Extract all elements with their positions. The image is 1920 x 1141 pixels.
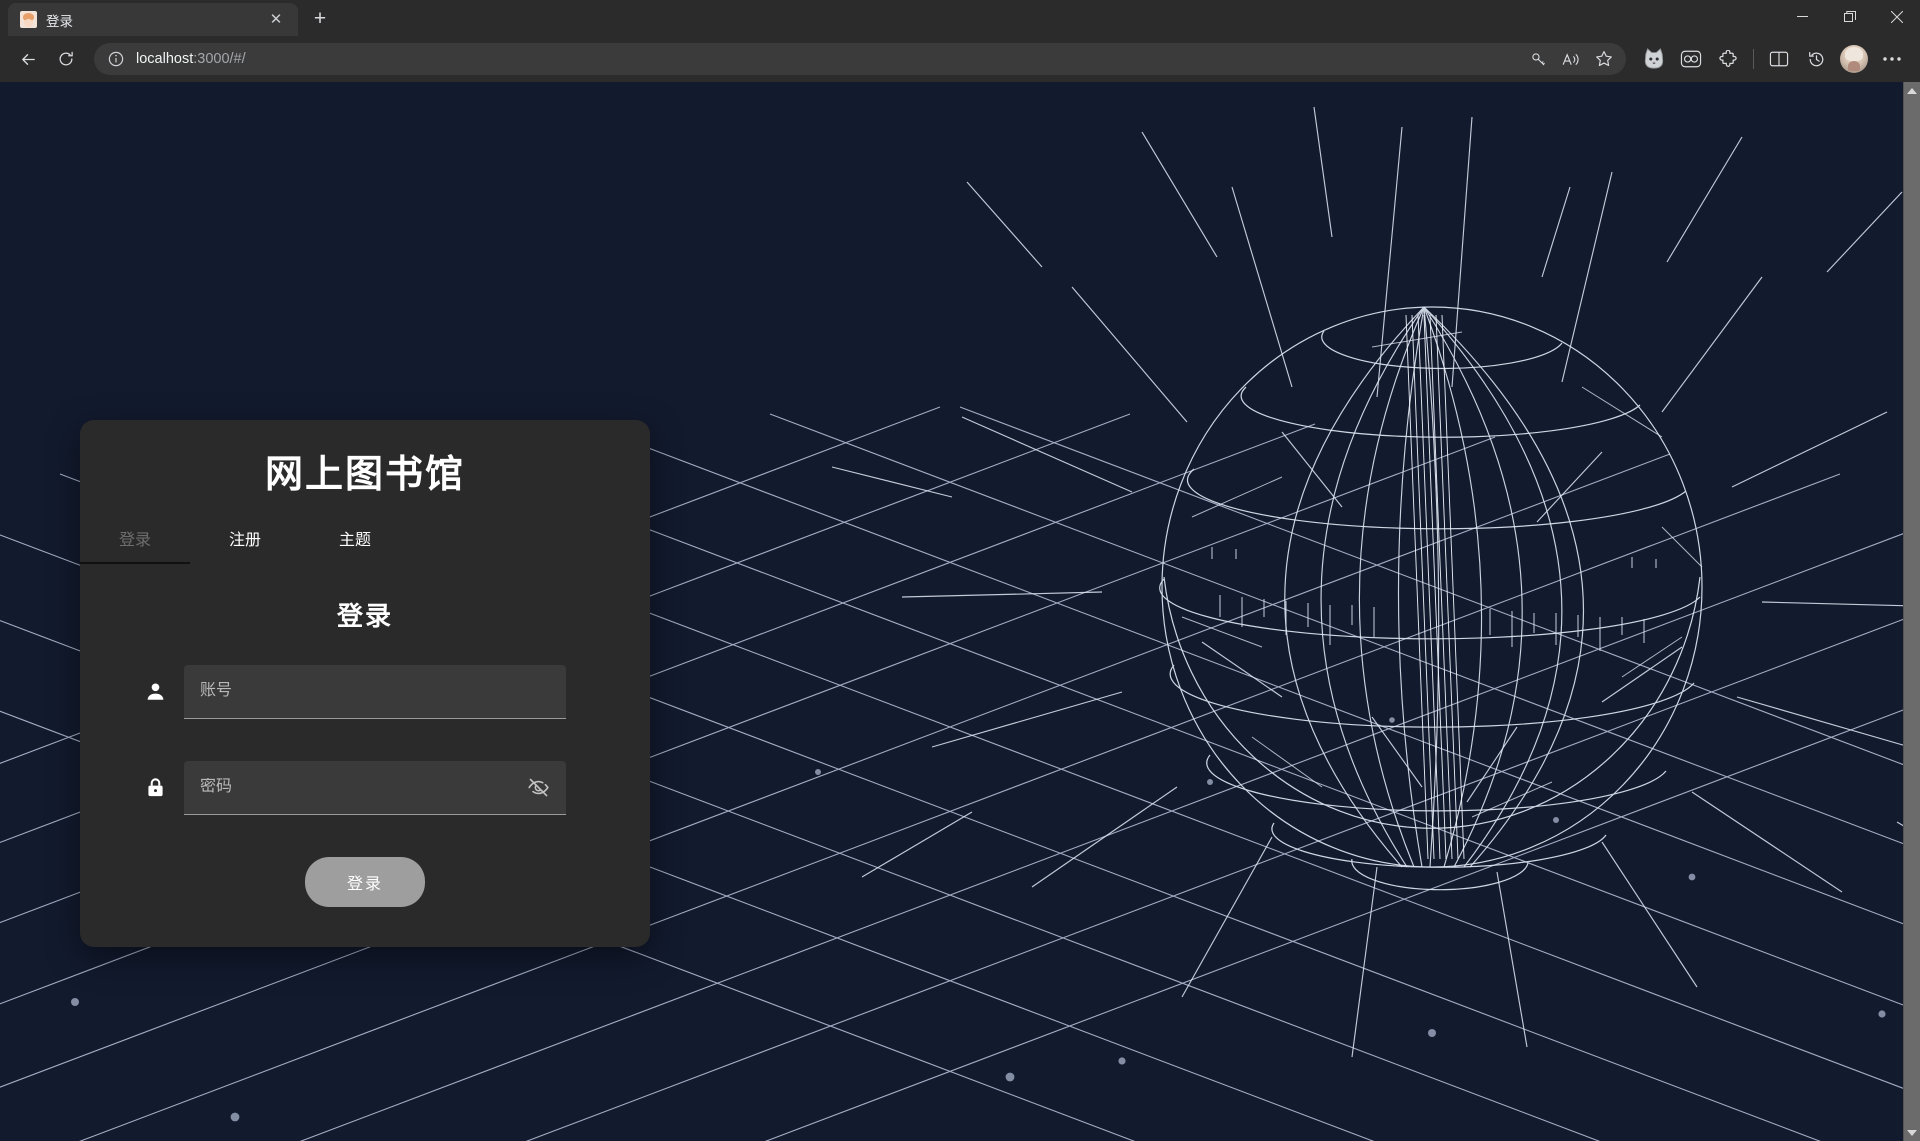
url-host: localhost: [136, 51, 194, 67]
account-input-wrapper[interactable]: [184, 664, 566, 719]
account-field-row: [80, 664, 650, 719]
split-screen-icon[interactable]: [1761, 41, 1797, 77]
minimize-icon[interactable]: [1779, 0, 1826, 33]
cat-extension-icon[interactable]: [1636, 41, 1672, 77]
extensions-puzzle-icon[interactable]: [1710, 41, 1746, 77]
tab-strip: 登录 ✕ +: [0, 0, 336, 36]
account-input[interactable]: [200, 682, 552, 700]
page-viewport: 网上图书馆 登录 注册 主题 登录 账号 登录: [0, 82, 1920, 1141]
toolbar-divider: [1753, 49, 1754, 69]
password-input[interactable]: [200, 778, 516, 796]
tab-theme[interactable]: 主题: [300, 514, 410, 564]
person-icon: [142, 679, 168, 705]
web-page: 网上图书馆 登录 注册 主题 登录 账号 登录: [0, 82, 1903, 1141]
eye-off-icon[interactable]: [524, 773, 552, 801]
password-key-icon[interactable]: [1522, 45, 1554, 73]
browser-titlebar: 登录 ✕ +: [0, 0, 1920, 36]
submit-area: 登录: [80, 856, 650, 907]
glasses-extension-icon[interactable]: [1673, 41, 1709, 77]
anime-avatar-icon: [20, 11, 37, 28]
login-card: 网上图书馆 登录 注册 主题 登录 账号 登录: [80, 420, 650, 947]
favorite-star-icon[interactable]: [1588, 45, 1620, 73]
profile-avatar[interactable]: [1840, 45, 1868, 73]
toolbar-right-actions: [1636, 41, 1910, 77]
back-arrow-icon[interactable]: [10, 41, 46, 77]
browser-toolbar: localhost:3000/#/: [0, 36, 1920, 82]
password-field-row: [80, 760, 650, 815]
card-tabs: 登录 注册 主题: [80, 514, 650, 564]
settings-more-icon[interactable]: [1874, 41, 1910, 77]
window-close-icon[interactable]: [1873, 0, 1920, 33]
window-controls: [1779, 0, 1920, 33]
url-text: localhost:3000/#/: [136, 51, 1514, 67]
close-icon[interactable]: ✕: [264, 8, 288, 32]
form-heading: 登录: [336, 600, 393, 631]
tab-register[interactable]: 注册: [190, 514, 300, 564]
page-title: 网上图书馆: [264, 454, 465, 496]
tab-login[interactable]: 登录: [80, 514, 190, 564]
restore-icon[interactable]: [1826, 0, 1873, 33]
read-aloud-icon[interactable]: [1555, 45, 1587, 73]
url-path: :3000/#/: [193, 51, 246, 67]
browser-window: 登录 ✕ + localhost:3000/#/ 网上图书馆 登录 注册 主题 …: [0, 0, 1920, 1141]
login-button[interactable]: 登录: [305, 856, 425, 907]
address-bar[interactable]: localhost:3000/#/: [94, 43, 1626, 75]
browser-tab[interactable]: 登录 ✕: [8, 3, 298, 36]
new-tab-button[interactable]: +: [304, 3, 336, 35]
site-info-icon[interactable]: [104, 47, 128, 71]
lock-icon: [142, 775, 168, 801]
password-input-wrapper[interactable]: [184, 760, 566, 815]
history-icon[interactable]: [1798, 41, 1834, 77]
omnibox-actions: [1522, 45, 1620, 73]
vertical-scrollbar[interactable]: [1903, 82, 1920, 1141]
scroll-up-arrow[interactable]: [1904, 82, 1920, 99]
tab-title: 登录: [46, 13, 73, 29]
reload-icon[interactable]: [48, 41, 84, 77]
scroll-down-arrow[interactable]: [1904, 1124, 1920, 1141]
